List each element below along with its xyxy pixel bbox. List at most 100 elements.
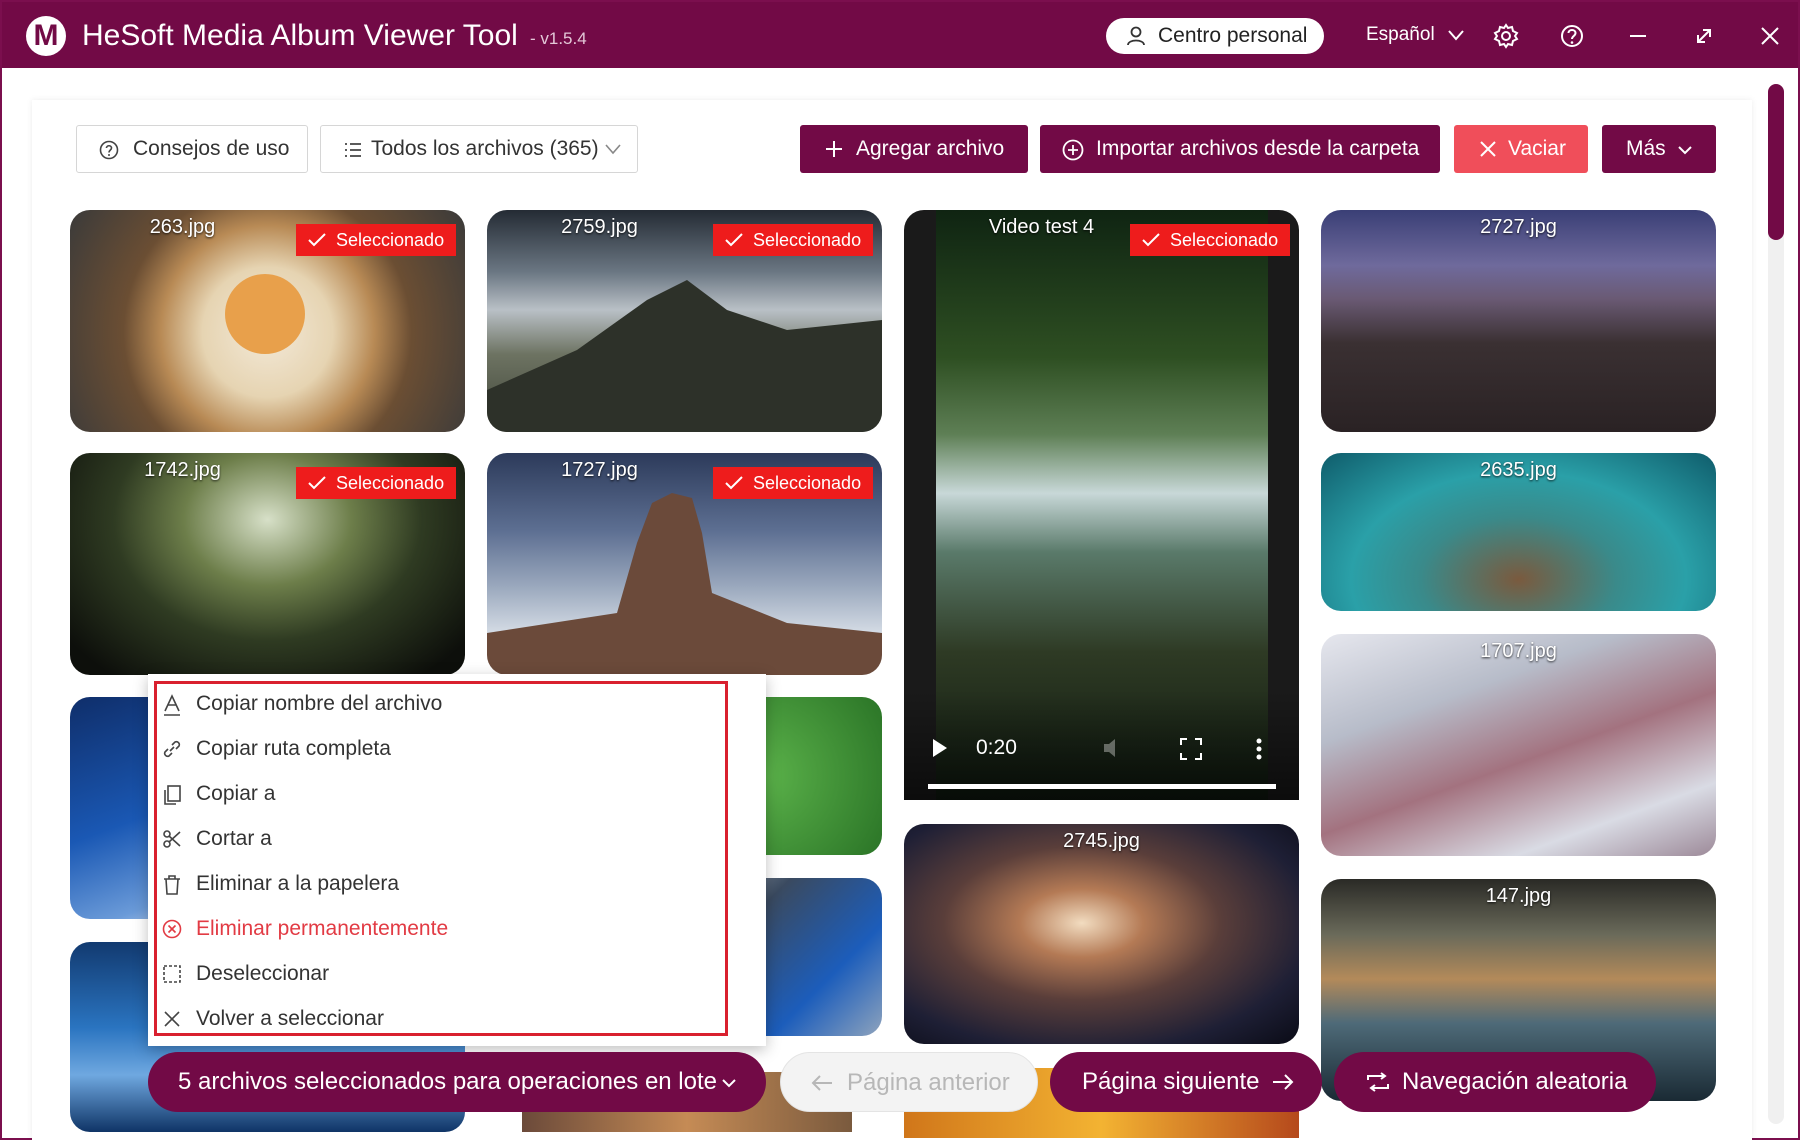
selected-badge: Seleccionado bbox=[713, 224, 874, 256]
tile-artwork bbox=[487, 493, 882, 675]
add-file-button[interactable]: Agregar archivo bbox=[800, 125, 1028, 173]
shuffle-icon bbox=[1367, 1072, 1389, 1092]
random-navigation-button[interactable]: Navegación aleatoria bbox=[1334, 1052, 1656, 1112]
menu-item-label: Copiar nombre del archivo bbox=[196, 692, 443, 715]
personal-center-label: Centro personal bbox=[1158, 24, 1308, 47]
minimize-icon[interactable] bbox=[1624, 22, 1652, 50]
video-progress-fill bbox=[928, 784, 1276, 789]
selected-badge-label: Seleccionado bbox=[336, 473, 445, 493]
more-button[interactable]: Más bbox=[1602, 125, 1716, 173]
help-icon[interactable] bbox=[1558, 22, 1586, 50]
previous-page-button[interactable]: Página anterior bbox=[780, 1052, 1038, 1112]
arrow-left-icon bbox=[811, 1075, 832, 1091]
image-tile[interactable]: 2759.jpg Seleccionado bbox=[487, 210, 882, 432]
fullscreen-icon[interactable] bbox=[1180, 738, 1202, 760]
chevron-down-icon bbox=[722, 1079, 736, 1088]
menu-item-label: Volver a seleccionar bbox=[196, 1007, 384, 1030]
clear-label: Vaciar bbox=[1508, 137, 1566, 160]
check-icon bbox=[725, 233, 743, 247]
tile-label: 2727.jpg bbox=[1480, 216, 1557, 238]
scrollbar-thumb[interactable] bbox=[1768, 84, 1784, 240]
image-tile[interactable]: 2727.jpg bbox=[1321, 210, 1716, 432]
more-label: Más bbox=[1626, 137, 1666, 160]
app-title: HeSoft Media Album Viewer Tool bbox=[82, 19, 518, 52]
more-vertical-icon[interactable] bbox=[1256, 738, 1262, 760]
menu-item-copy-path[interactable]: Copiar ruta completa bbox=[160, 729, 720, 769]
menu-item-deselect[interactable]: Deseleccionar bbox=[160, 954, 720, 994]
user-icon bbox=[1127, 26, 1145, 46]
scrollbar-track[interactable] bbox=[1768, 84, 1784, 1124]
scissors-icon bbox=[163, 830, 181, 848]
menu-item-copy-filename[interactable]: Copiar nombre del archivo bbox=[160, 684, 720, 724]
volume-icon[interactable] bbox=[1102, 736, 1128, 760]
menu-item-label: Cortar a bbox=[196, 827, 272, 850]
close-icon[interactable] bbox=[1756, 22, 1784, 50]
close-icon bbox=[164, 1011, 180, 1027]
import-folder-button[interactable]: Importar archivos desde la carpeta bbox=[1040, 125, 1440, 173]
play-icon[interactable] bbox=[932, 738, 948, 758]
video-controls: 0:20 bbox=[904, 690, 1299, 800]
gear-icon[interactable] bbox=[1492, 22, 1520, 50]
check-icon bbox=[725, 476, 743, 490]
link-icon bbox=[163, 740, 181, 758]
language-label: Español bbox=[1366, 24, 1435, 45]
plus-icon bbox=[826, 141, 842, 157]
image-tile[interactable]: 1742.jpg Seleccionado bbox=[70, 453, 465, 675]
chevron-down-icon bbox=[1448, 30, 1464, 41]
menu-item-label: Eliminar a la papelera bbox=[196, 872, 400, 895]
app-window: M HeSoft Media Album Viewer Tool - v1.5.… bbox=[0, 0, 1800, 1140]
chevron-down-icon bbox=[1678, 146, 1692, 155]
image-tile[interactable]: 1707.jpg bbox=[1321, 634, 1716, 856]
image-tile[interactable]: 1727.jpg Seleccionado bbox=[487, 453, 882, 675]
language-select[interactable]: Español bbox=[1366, 24, 1464, 46]
menu-item-label: Deseleccionar bbox=[196, 962, 330, 985]
menu-item-delete-permanently[interactable]: Eliminar permanentemente bbox=[160, 909, 720, 949]
deselect-icon bbox=[163, 965, 181, 983]
personal-center-button[interactable]: Centro personal bbox=[1106, 18, 1324, 54]
app-logo: M bbox=[26, 16, 66, 56]
batch-operations-label: 5 archivos seleccionados para operacione… bbox=[178, 1068, 718, 1095]
app-version: - v1.5.4 bbox=[530, 29, 587, 48]
tile-label: 147.jpg bbox=[1485, 885, 1552, 907]
tile-artwork bbox=[225, 274, 305, 354]
menu-item-label: Eliminar permanentemente bbox=[196, 917, 449, 940]
tile-artwork bbox=[487, 280, 882, 432]
random-navigation-label: Navegación aleatoria bbox=[1402, 1068, 1628, 1095]
tips-label: Consejos de uso bbox=[133, 137, 290, 160]
tile-label: 1707.jpg bbox=[1480, 640, 1557, 662]
import-folder-label: Importar archivos desde la carpeta bbox=[1096, 137, 1420, 160]
next-page-label: Página siguiente bbox=[1082, 1068, 1260, 1095]
maximize-icon[interactable] bbox=[1690, 22, 1718, 50]
arrow-right-icon bbox=[1273, 1074, 1294, 1090]
image-tile[interactable]: 2745.jpg bbox=[904, 824, 1299, 1044]
copy-icon bbox=[164, 785, 181, 805]
selected-badge-label: Seleccionado bbox=[753, 473, 862, 493]
plus-circle-icon bbox=[1062, 139, 1084, 161]
selected-badge-label: Seleccionado bbox=[1170, 230, 1279, 250]
video-tile[interactable]: Video test 4 Seleccionado 0:20 bbox=[904, 210, 1299, 800]
menu-item-cut-to[interactable]: Cortar a bbox=[160, 819, 720, 859]
menu-item-copy-to[interactable]: Copiar a bbox=[160, 774, 720, 814]
close-circle-icon bbox=[162, 919, 182, 939]
batch-operations-button[interactable]: 5 archivos seleccionados para operacione… bbox=[148, 1052, 766, 1112]
add-file-label: Agregar archivo bbox=[856, 137, 1005, 160]
video-time: 0:20 bbox=[976, 736, 1017, 759]
image-tile[interactable]: 263.jpg Seleccionado bbox=[70, 210, 465, 432]
selected-badge-label: Seleccionado bbox=[753, 230, 862, 250]
next-page-button[interactable]: Página siguiente bbox=[1050, 1052, 1322, 1112]
selected-badge: Seleccionado bbox=[1130, 224, 1291, 256]
menu-item-reselect[interactable]: Volver a seleccionar bbox=[160, 999, 720, 1039]
close-icon bbox=[1480, 141, 1496, 157]
image-tile[interactable]: 2635.jpg bbox=[1321, 453, 1716, 611]
previous-page-label: Página anterior bbox=[847, 1069, 1010, 1096]
selected-badge: Seleccionado bbox=[296, 467, 457, 499]
video-progress-track[interactable] bbox=[928, 784, 1276, 789]
check-icon bbox=[308, 476, 326, 490]
clear-button[interactable]: Vaciar bbox=[1454, 125, 1588, 173]
file-filter-select[interactable]: Todos los archivos (365) bbox=[320, 125, 638, 173]
tips-button[interactable]: Consejos de uso bbox=[76, 125, 308, 173]
tile-label: 2635.jpg bbox=[1480, 459, 1557, 481]
selected-badge-label: Seleccionado bbox=[336, 230, 445, 250]
menu-item-move-to-trash[interactable]: Eliminar a la papelera bbox=[160, 864, 720, 904]
tile-label: 2745.jpg bbox=[1063, 830, 1140, 852]
